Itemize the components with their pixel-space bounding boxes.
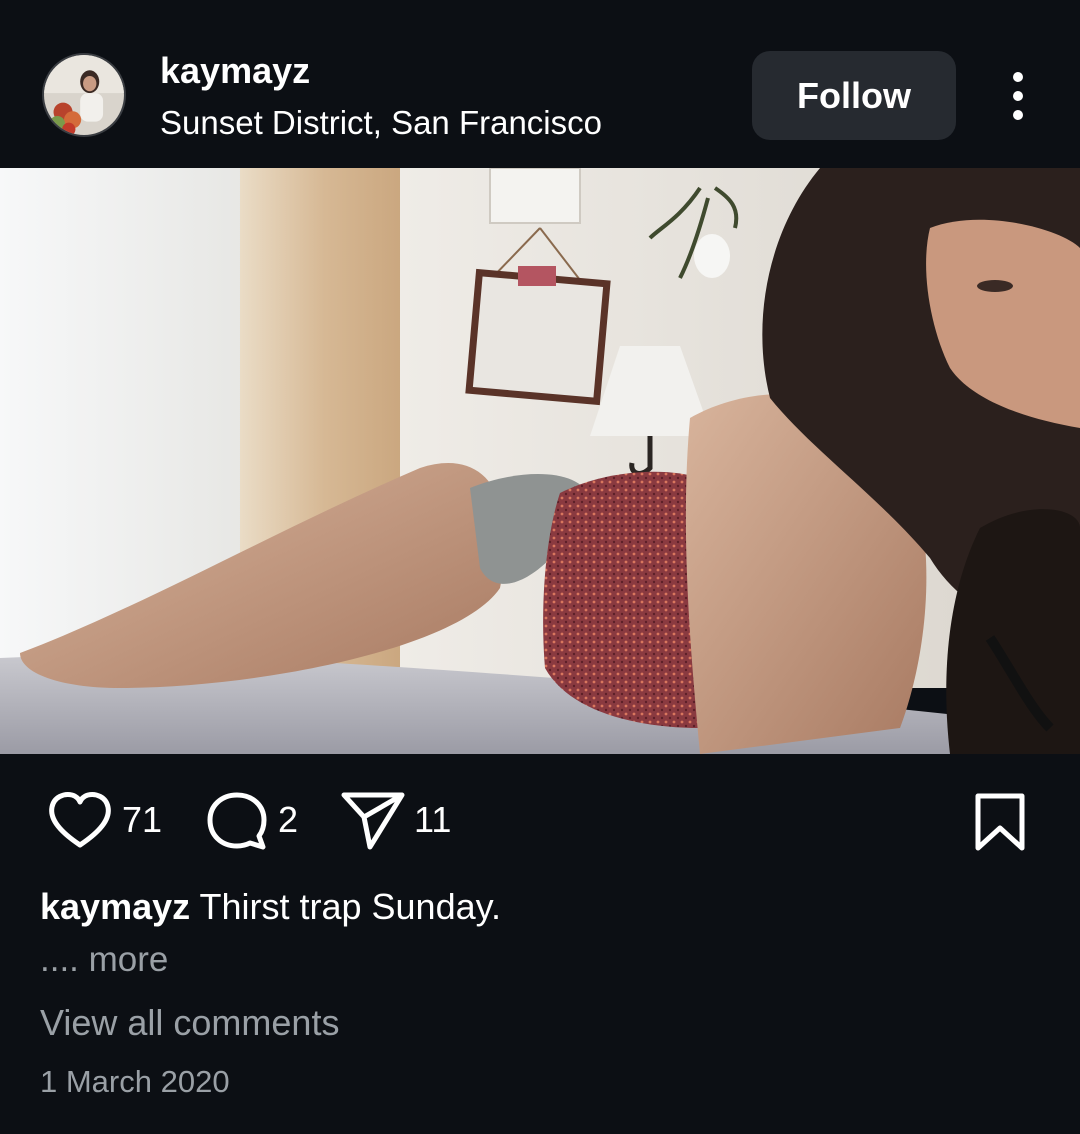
post-caption: kaymayz Thirst trap Sunday. <box>40 886 501 928</box>
menu-dot <box>1013 91 1023 101</box>
post-date: 1 March 2020 <box>40 1064 230 1099</box>
bookmark-button[interactable] <box>972 792 1028 857</box>
send-icon <box>341 792 405 850</box>
comment-button[interactable]: 2 <box>204 789 298 851</box>
post-photo[interactable] <box>0 168 1080 754</box>
caption-username[interactable]: kaymayz <box>40 886 190 927</box>
share-count: 11 <box>414 799 452 840</box>
avatar[interactable] <box>42 53 126 137</box>
post-author-username[interactable]: kaymayz <box>160 50 310 92</box>
post-card: kaymayz Sunset District, San Francisco F… <box>0 0 1080 1134</box>
caption-text: Thirst trap Sunday. <box>190 886 501 927</box>
like-button[interactable]: 71 <box>46 789 162 851</box>
caption-more-link[interactable]: .... more <box>40 940 168 980</box>
post-header: kaymayz Sunset District, San Francisco F… <box>0 0 1080 168</box>
avatar-image <box>44 55 124 135</box>
bookmark-icon <box>975 793 1025 851</box>
comment-bubble-icon <box>207 792 267 850</box>
view-all-comments-link[interactable]: View all comments <box>40 1002 339 1044</box>
post-image <box>0 168 1080 754</box>
menu-dot <box>1013 110 1023 120</box>
menu-dot <box>1013 72 1023 82</box>
share-button[interactable]: 11 <box>340 789 451 851</box>
follow-button[interactable]: Follow <box>752 51 956 140</box>
heart-icon <box>49 792 111 848</box>
post-location[interactable]: Sunset District, San Francisco <box>160 104 602 142</box>
post-actions-bar: 71 2 11 <box>0 754 1080 884</box>
more-vertical-icon[interactable] <box>998 68 1038 124</box>
comment-count: 2 <box>278 799 299 840</box>
like-count: 71 <box>122 799 163 840</box>
